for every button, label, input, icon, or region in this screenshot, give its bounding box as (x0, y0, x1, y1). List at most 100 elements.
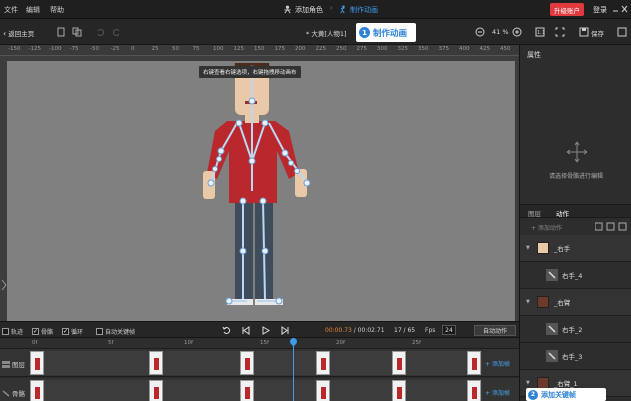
tab-add-role[interactable]: 添加角色 (283, 3, 323, 16)
timeline-tick-label: 0f (32, 340, 38, 346)
add-keyframe-button[interactable]: + 添加帧 (485, 388, 510, 397)
keyframe[interactable] (149, 380, 163, 401)
character-figure[interactable] (7, 61, 515, 321)
new-icon[interactable] (56, 27, 66, 37)
ruler-tick-label: -150 (8, 46, 21, 52)
bone-checkbox[interactable]: ✓ 骨骼 (32, 327, 53, 336)
loop-checkbox-label: 循环 (71, 329, 84, 336)
prev-frame-icon[interactable] (241, 326, 250, 335)
callout-number: 1 (359, 27, 370, 38)
zoom-level: 41 % (492, 28, 509, 36)
canvas-area[interactable] (0, 56, 519, 321)
back-home-label: 返回主页 (8, 30, 35, 38)
ruler-tick-label: 175 (274, 46, 286, 52)
collapse-arrow-icon[interactable]: ▼ (526, 299, 530, 305)
canvas-scroll-handle[interactable] (0, 265, 8, 305)
layer-item[interactable]: ▼ _右手 (520, 235, 631, 262)
layer-label: 右手_2 (562, 326, 583, 334)
redo-icon[interactable] (112, 27, 122, 37)
project-title: * 大黄[人物1] (306, 30, 347, 38)
layer-stack-icon (2, 360, 10, 368)
fps-label: Fps (425, 327, 436, 334)
back-home-button[interactable]: ‹ 返回主页 (3, 28, 35, 39)
timeline-track-layer: 图层 + 添加帧 (0, 349, 519, 377)
layer-tool-icons[interactable] (595, 222, 627, 231)
copy-icon[interactable] (72, 27, 82, 37)
keyframe[interactable] (316, 351, 330, 375)
callout-number: 2 (528, 389, 538, 400)
add-keyframe-button[interactable]: + 添加帧 (485, 359, 510, 368)
export-icon[interactable] (617, 27, 627, 37)
replay-icon[interactable] (222, 326, 231, 335)
time-total: / 00:02.71 (351, 327, 385, 334)
auto-keyframe-checkbox[interactable]: 自动关键帧 (96, 327, 135, 336)
menu-edit[interactable]: 编辑 (26, 5, 40, 15)
next-frame-icon[interactable] (281, 326, 290, 335)
tab-actions[interactable]: 动作 (556, 208, 569, 218)
time-display: 00:00.73 / 00:02.71 (325, 327, 385, 334)
save-icon[interactable] (579, 27, 589, 37)
make-anim-callout: 1 制作动画 (356, 23, 416, 42)
chevron-right-icon: › (330, 4, 333, 12)
ruler-tick-label: 400 (459, 46, 470, 52)
play-icon[interactable] (261, 326, 270, 335)
keyframe[interactable] (240, 380, 254, 401)
track-area[interactable] (30, 351, 482, 375)
keyframe[interactable] (392, 351, 406, 375)
layer-item[interactable]: 右手_3 (520, 343, 631, 370)
horizontal-ruler: -150 -125 -100 -75 -50 -25 0 25 50 75 100 125 150 175… (0, 45, 519, 56)
fullscreen-icon[interactable] (555, 27, 565, 37)
upgrade-button[interactable]: 升级账户 (550, 3, 584, 16)
login-link[interactable]: 登录 (593, 5, 607, 15)
menu-help[interactable]: 帮助 (50, 5, 64, 15)
layer-label: 右手_4 (562, 272, 583, 280)
ruler-tick-label: -100 (49, 46, 62, 52)
menu-file[interactable]: 文件 (4, 5, 18, 15)
layer-label: _右臂_1 (554, 380, 578, 388)
tab-make-anim[interactable]: 制作动画 (338, 3, 378, 16)
keyframe[interactable] (316, 380, 330, 401)
layer-item[interactable]: ▼ _右臂 (520, 289, 631, 316)
playhead-line[interactable] (293, 338, 294, 401)
ruler-tick-label: -25 (110, 46, 120, 52)
layer-label: _右手 (554, 245, 571, 253)
keyframe[interactable] (467, 380, 481, 401)
layer-item[interactable]: 右手_4 (520, 262, 631, 289)
zoom-in-icon[interactable] (512, 27, 522, 37)
keyframe[interactable] (149, 351, 163, 375)
track-checkbox[interactable]: 轨迹 (2, 327, 23, 336)
auto-action-button[interactable]: 自动动作 (474, 325, 516, 336)
ruler-tick-label: 425 (479, 46, 491, 52)
ruler-tick-label: 125 (233, 46, 245, 52)
keyframe[interactable] (30, 380, 44, 401)
ruler-tick-label: 450 (500, 46, 511, 52)
timeline-ruler[interactable]: 0f 5f 10f 15f 20f 25f (0, 338, 519, 349)
loop-checkbox[interactable]: ✓ 循环 (62, 327, 83, 336)
stage[interactable] (7, 61, 515, 321)
fit-screen-icon[interactable]: 1:1 (535, 27, 545, 37)
keyframe[interactable] (467, 351, 481, 375)
layer-label: _右臂 (554, 299, 571, 307)
bone-checkbox-label: 骨骼 (41, 329, 54, 336)
keyframe[interactable] (392, 380, 406, 401)
undo-icon[interactable] (95, 27, 105, 37)
collapse-arrow-icon[interactable]: ▼ (526, 380, 530, 386)
tab-layers[interactable]: 图层 (528, 208, 541, 218)
add-action-button[interactable]: + 添加动作 (531, 223, 562, 232)
keyframe[interactable] (30, 351, 44, 375)
track-area[interactable] (30, 380, 482, 401)
zoom-out-icon[interactable] (475, 27, 485, 37)
checkmark-icon: ✓ (62, 327, 69, 335)
timeline-controls: 轨迹 ✓ 骨骼 ✓ 循环 自动关键帧 00:00.73 / 00:02.71 17 … (0, 321, 519, 338)
track-label: 图层 (2, 359, 25, 369)
track-checkbox-label: 轨迹 (11, 329, 24, 336)
keyframe[interactable] (240, 351, 254, 375)
save-button[interactable]: 保存 (591, 28, 604, 38)
ruler-tick-label: -75 (69, 46, 79, 52)
layer-item[interactable]: 右手_2 (520, 316, 631, 343)
collapse-arrow-icon[interactable]: ▼ (526, 245, 530, 251)
timeline-tick-label: 20f (336, 340, 345, 346)
fps-input[interactable]: 24 (442, 325, 456, 335)
toolbar: ‹ 返回主页 * 大黄[人物1] 41 % 1:1 保存 (0, 19, 631, 45)
minimize-icon[interactable] (612, 5, 628, 13)
